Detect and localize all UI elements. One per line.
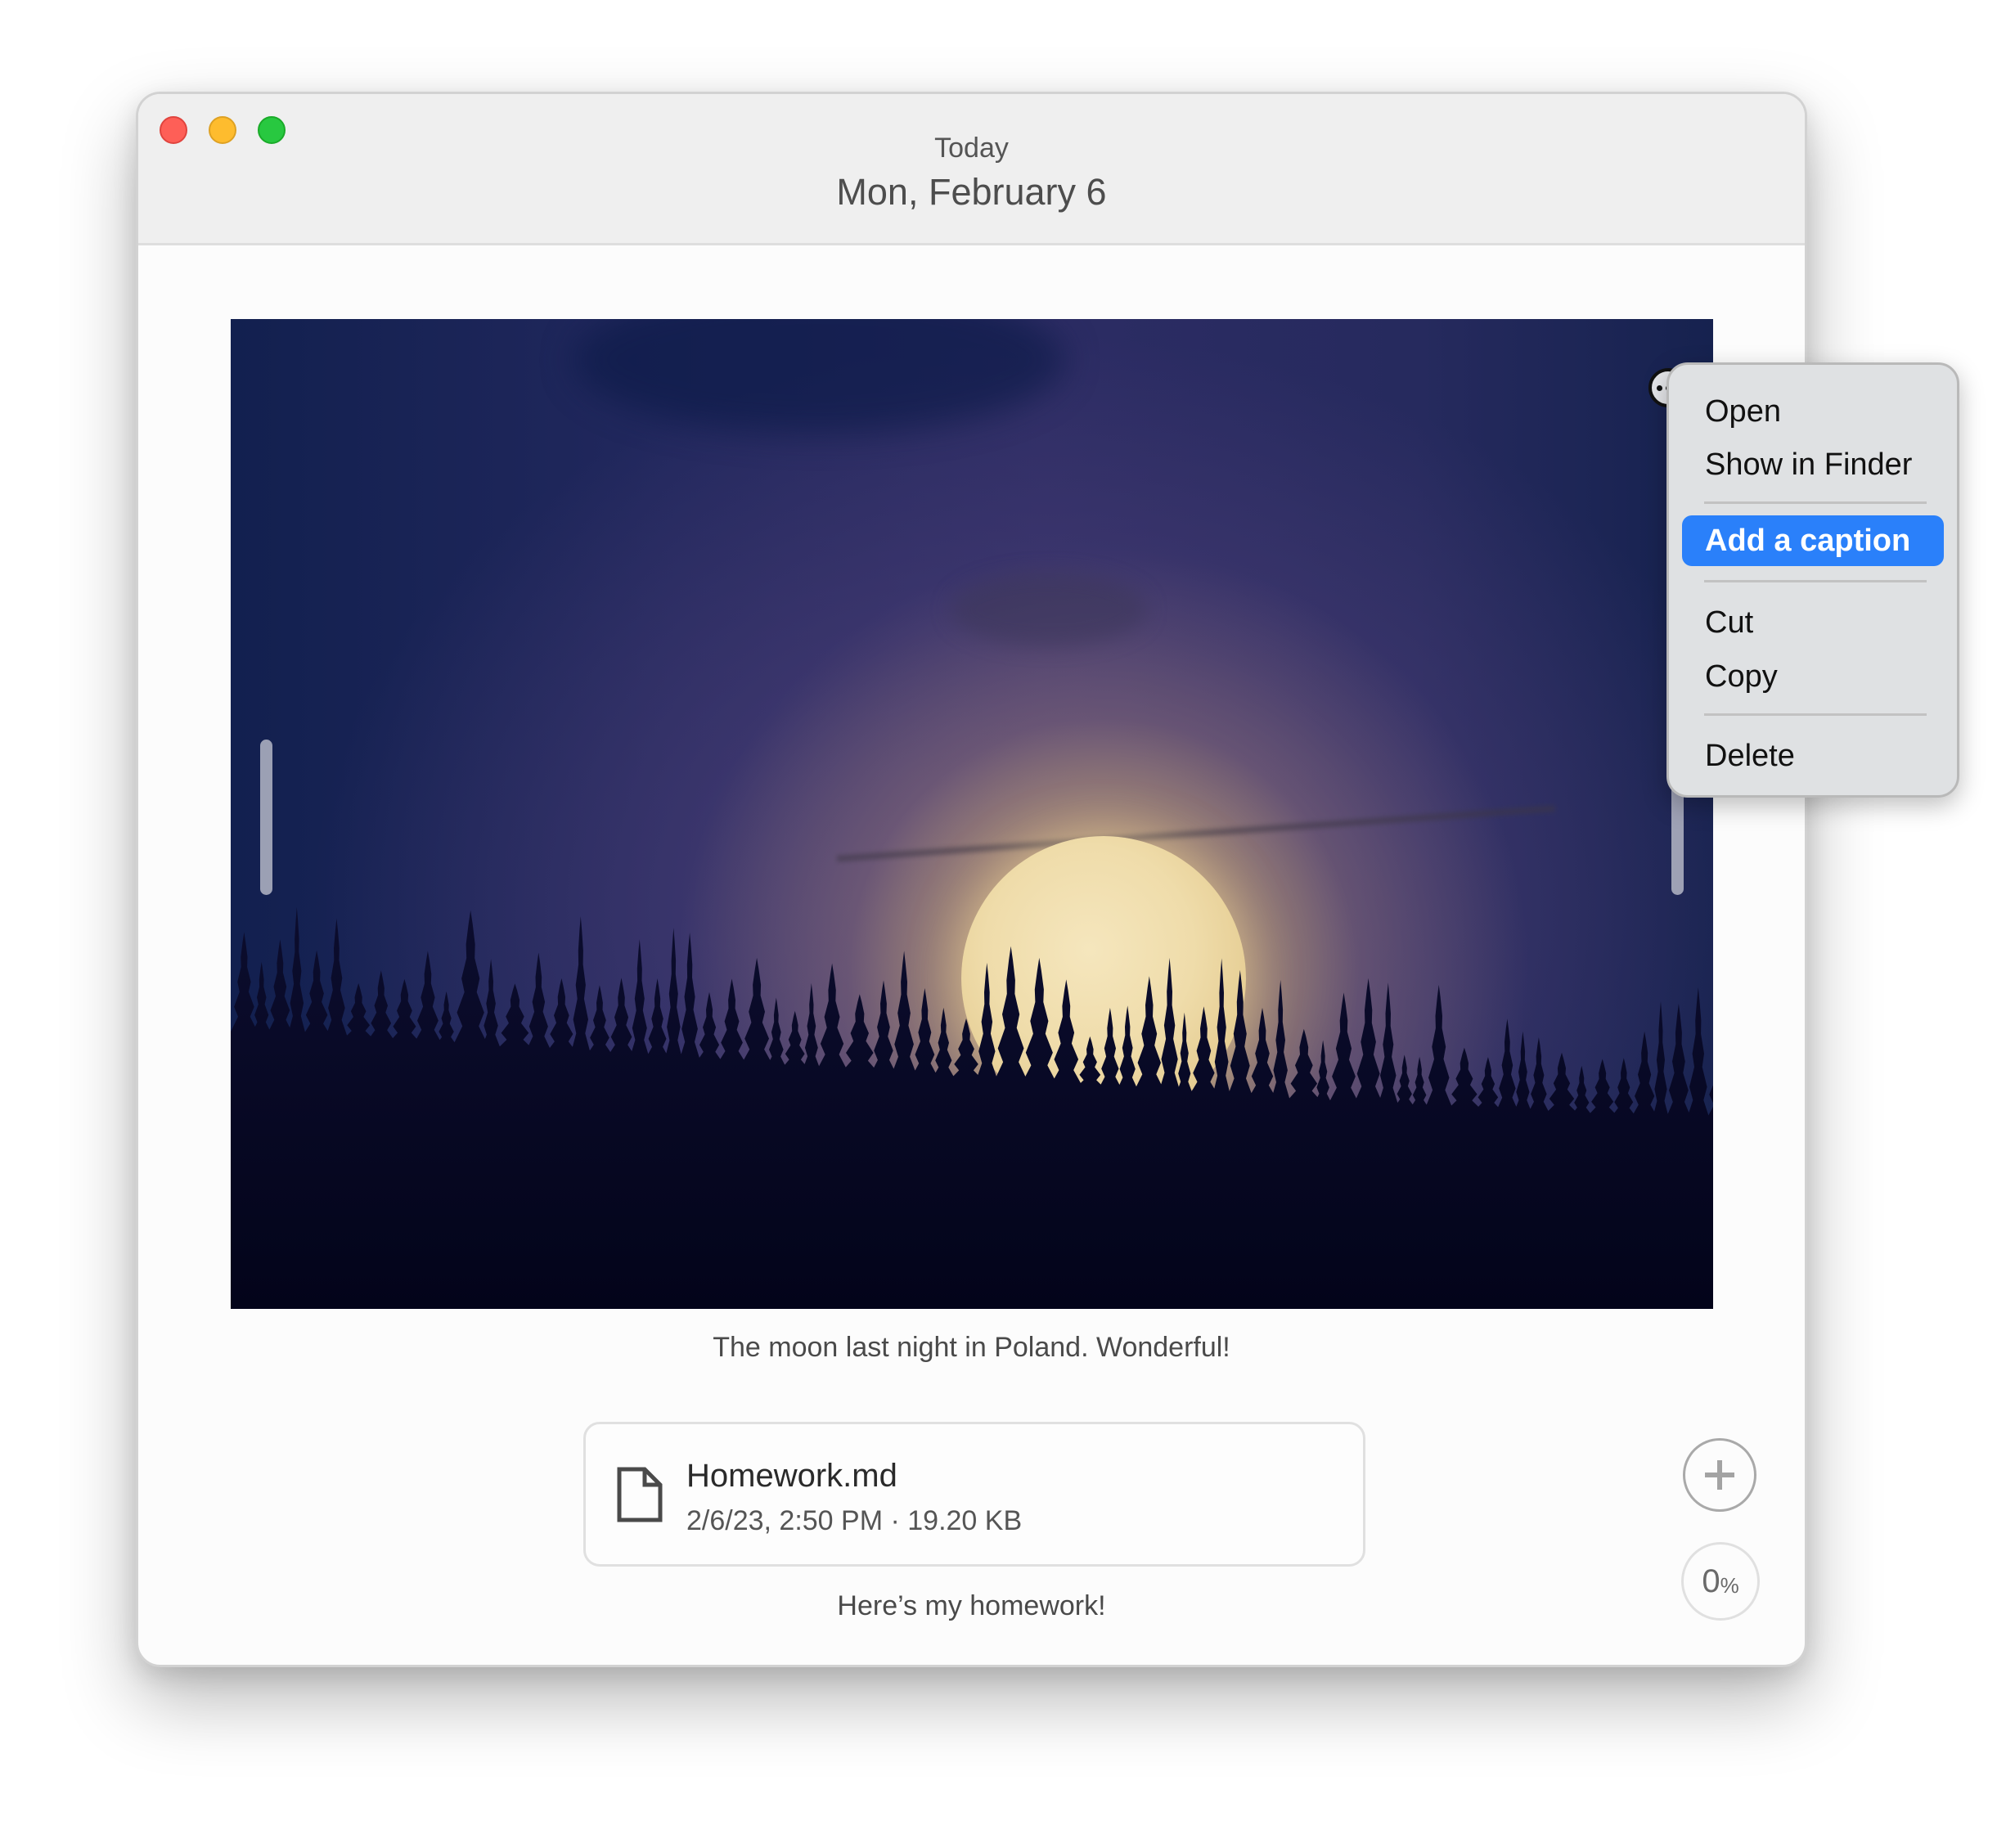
- menu-separator: [1704, 501, 1927, 504]
- document-icon: [617, 1467, 663, 1522]
- progress-value: 0: [1702, 1562, 1720, 1599]
- window-title: Mon, February 6: [836, 171, 1107, 213]
- menu-item-copy[interactable]: Copy: [1682, 651, 1944, 702]
- photo-caption[interactable]: The moon last night in Poland. Wonderful…: [138, 1329, 1805, 1365]
- menu-item-delete[interactable]: Delete: [1682, 731, 1944, 781]
- menu-item-show-in-finder[interactable]: Show in Finder: [1682, 439, 1944, 490]
- menu-item-open[interactable]: Open: [1682, 386, 1944, 437]
- file-caption[interactable]: Here’s my homework!: [138, 1588, 1805, 1624]
- file-meta: 2/6/23, 2:50 PM · 19.20 KB: [686, 1505, 1023, 1536]
- progress-indicator[interactable]: 0 %: [1681, 1542, 1760, 1621]
- menu-separator: [1704, 580, 1927, 582]
- file-name: Homework.md: [686, 1458, 897, 1494]
- context-menu: Open Show in Finder Add a caption Cut Co…: [1666, 362, 1959, 798]
- app-window: Today Mon, February 6 The moon last nigh…: [136, 92, 1807, 1667]
- window-subtitle: Today: [934, 133, 1009, 164]
- add-button[interactable]: [1683, 1438, 1756, 1512]
- menu-separator: [1704, 713, 1927, 716]
- plus-icon: [1705, 1460, 1734, 1490]
- resize-handle-left[interactable]: [260, 740, 272, 895]
- file-attachment[interactable]: Homework.md 2/6/23, 2:50 PM · 19.20 KB: [583, 1422, 1365, 1567]
- menu-item-add-caption[interactable]: Add a caption: [1682, 515, 1944, 566]
- progress-unit: %: [1720, 1572, 1739, 1598]
- title-bar: Today Mon, February 6: [138, 94, 1805, 245]
- ellipsis-icon: [1656, 384, 1662, 391]
- menu-item-cut[interactable]: Cut: [1682, 597, 1944, 648]
- photo-tree-line: [231, 906, 1713, 1309]
- photo-attachment[interactable]: [231, 319, 1713, 1309]
